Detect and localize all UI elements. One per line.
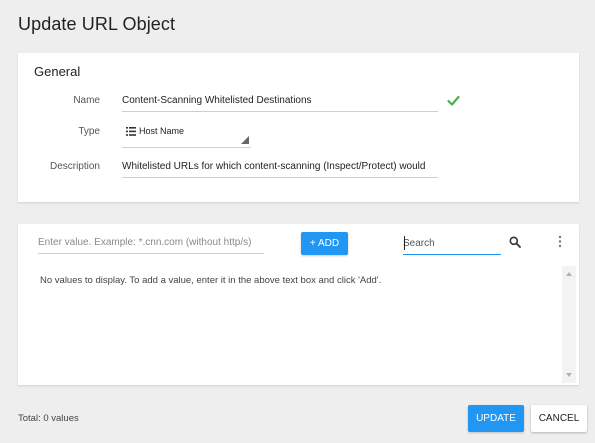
dropdown-arrow-icon xyxy=(241,136,249,144)
update-button[interactable]: UPDATE xyxy=(468,405,524,432)
values-section: + ADD No values to display. To add a val… xyxy=(18,224,579,385)
description-field[interactable]: Whitelisted URLs for which content-scann… xyxy=(122,161,438,178)
check-icon xyxy=(447,95,460,106)
cancel-button[interactable]: CANCEL xyxy=(531,405,587,432)
search-input[interactable] xyxy=(403,233,501,255)
section-title-general: General xyxy=(34,64,81,79)
more-vertical-icon[interactable] xyxy=(558,235,562,248)
empty-message: No values to display. To add a value, en… xyxy=(40,275,382,286)
description-label: Description xyxy=(49,161,100,172)
text-caret xyxy=(404,236,405,250)
name-label: Name xyxy=(73,95,100,106)
scrollbar[interactable] xyxy=(562,266,576,383)
value-input[interactable] xyxy=(38,234,264,254)
list-icon xyxy=(126,127,136,136)
total-count: Total: 0 values xyxy=(18,413,79,424)
type-select[interactable]: Host Name xyxy=(122,123,251,148)
scroll-down-icon[interactable] xyxy=(566,373,572,377)
general-section: General Name Content-Scanning Whiteliste… xyxy=(18,53,579,202)
search-icon[interactable] xyxy=(509,236,521,248)
type-select-value: Host Name xyxy=(139,126,185,136)
scroll-up-icon[interactable] xyxy=(566,272,572,276)
name-field[interactable]: Content-Scanning Whitelisted Destination… xyxy=(122,95,438,112)
add-button[interactable]: + ADD xyxy=(301,232,348,255)
dialog-title: Update URL Object xyxy=(18,14,176,34)
type-label: Type xyxy=(78,126,100,137)
